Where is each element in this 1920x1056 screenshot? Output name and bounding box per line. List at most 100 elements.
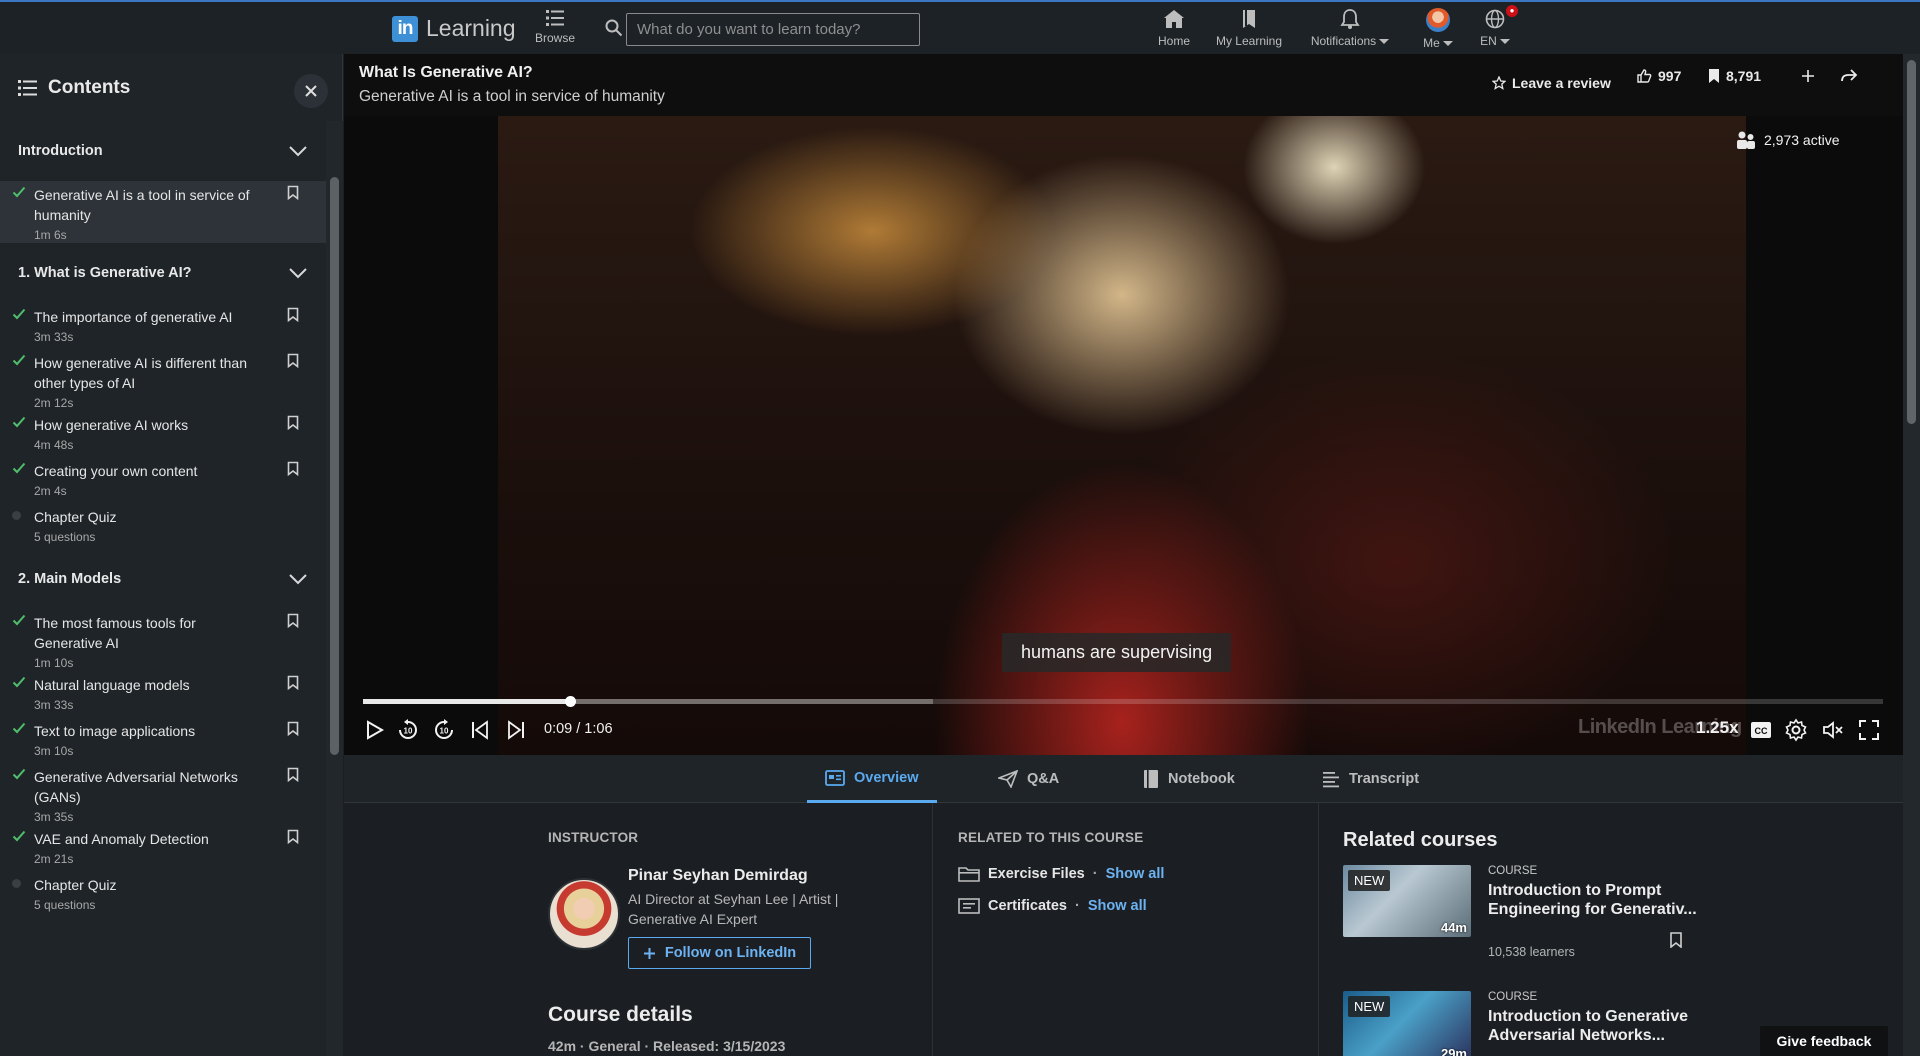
tab-qa[interactable]: Q&A — [980, 755, 1077, 803]
search-input[interactable] — [626, 13, 920, 46]
sidebar-lesson-item[interactable]: The most famous tools for Generative AI 1… — [0, 609, 326, 671]
chapter-title: Introduction — [18, 143, 103, 159]
sidebar-lesson-item[interactable]: The importance of generative AI 3m 33s — [0, 303, 326, 349]
nav-home-label: Home — [1157, 34, 1190, 48]
course-duration: 44m — [1440, 920, 1467, 935]
sidebar-lesson-item[interactable]: Text to image applications 3m 10s — [0, 717, 326, 763]
chevron-down-icon[interactable] — [288, 145, 308, 157]
share-icon — [1841, 69, 1858, 82]
sidebar-scrollbar[interactable] — [326, 121, 343, 1056]
instructor-name[interactable]: Pinar Seyhan Demirdag — [628, 867, 808, 885]
like-button[interactable]: 997 — [1636, 68, 1681, 84]
bookmark-icon[interactable] — [287, 829, 299, 844]
chevron-down-icon[interactable] — [288, 573, 308, 585]
related-course-card[interactable]: NEW 44m COURSE Introduction to Prompt En… — [1343, 865, 1703, 965]
tab-overview-label: Overview — [854, 769, 919, 786]
progress-played — [363, 699, 570, 704]
globe-icon — [1485, 9, 1505, 29]
sidebar-quiz-item[interactable]: Chapter Quiz 5 questions — [0, 503, 326, 549]
sidebar-quiz-item[interactable]: Chapter Quiz 5 questions — [0, 871, 326, 917]
instructor-avatar[interactable] — [548, 878, 620, 950]
sidebar-lesson-item[interactable]: How generative AI is different than othe… — [0, 349, 326, 411]
mute-icon[interactable] — [1821, 718, 1845, 742]
close-sidebar-button[interactable] — [294, 74, 328, 108]
browse-button[interactable]: Browse — [531, 8, 579, 45]
certificates-show-all-link[interactable]: Show all — [1088, 898, 1147, 914]
closed-captions-icon[interactable]: CC — [1750, 720, 1772, 740]
play-icon[interactable] — [362, 718, 386, 742]
thumbs-up-icon — [1637, 69, 1652, 83]
chapter-header[interactable]: 1. What is Generative AI? — [0, 243, 326, 303]
certificates-row: Certificates · Show all — [958, 897, 1147, 915]
bookmark-icon[interactable] — [287, 461, 299, 476]
follow-on-linkedin-button[interactable]: Follow on LinkedIn — [628, 937, 811, 969]
sidebar-lesson-list[interactable]: Introduction Generative AI is a tool in s… — [0, 121, 326, 1056]
give-feedback-button[interactable]: Give feedback — [1760, 1026, 1888, 1056]
bookmark-icon[interactable] — [287, 415, 299, 430]
bookmark-icon[interactable] — [287, 185, 299, 200]
save-button[interactable]: 8,791 — [1708, 68, 1761, 84]
progress-bar[interactable] — [363, 696, 1883, 707]
bookmark-icon[interactable] — [287, 353, 299, 368]
playback-speed-button[interactable]: 1.25x — [1696, 718, 1739, 738]
nav-me[interactable]: Me — [1418, 8, 1458, 50]
course-title-link[interactable]: Introduction to Generative Adversarial N… — [1488, 1007, 1700, 1045]
completed-check-icon — [12, 722, 26, 734]
course-thumbnail[interactable]: NEW 44m — [1343, 865, 1471, 937]
star-icon — [1492, 76, 1506, 90]
progress-scrubber-handle[interactable] — [564, 696, 576, 707]
tab-transcript[interactable]: Transcript — [1304, 755, 1437, 803]
sidebar-lesson-item[interactable]: How generative AI works 4m 48s — [0, 411, 326, 457]
next-icon[interactable] — [506, 718, 526, 742]
instructor-role: AI Director at Seyhan Lee | Artist | Gen… — [628, 891, 839, 927]
page-scrollbar[interactable] — [1903, 54, 1920, 1056]
bookmark-icon[interactable] — [287, 675, 299, 690]
sidebar-lesson-item[interactable]: Generative Adversarial Networks (GANs) 3m… — [0, 763, 326, 825]
nav-my-learning[interactable]: My Learning — [1211, 8, 1287, 48]
chevron-down-icon[interactable] — [288, 267, 308, 279]
chevron-down-icon — [1379, 39, 1390, 45]
tab-notebook[interactable]: Notebook — [1125, 755, 1253, 803]
bookmark-icon[interactable] — [287, 767, 299, 782]
leave-review-button[interactable]: Leave a review — [1492, 68, 1611, 98]
bookmark-icon[interactable] — [287, 613, 299, 628]
nav-language[interactable]: ● EN — [1478, 5, 1518, 48]
bookmark-icon[interactable] — [287, 307, 299, 322]
exercise-files-row: Exercise Files · Show all — [958, 865, 1164, 883]
chapter-header[interactable]: 2. Main Models — [0, 549, 326, 609]
nav-notifications[interactable]: Notifications — [1306, 8, 1394, 48]
video-player[interactable]: What Is Generative AI? Generative AI is … — [344, 54, 1903, 755]
completed-check-icon — [12, 308, 26, 320]
nav-home[interactable]: Home — [1156, 8, 1192, 48]
previous-icon[interactable] — [470, 718, 490, 742]
lesson-duration: 3m 33s — [34, 698, 74, 712]
chapter-header[interactable]: Introduction — [0, 121, 326, 181]
sidebar-lesson-item[interactable]: VAE and Anomaly Detection 2m 21s — [0, 825, 326, 871]
exercise-files-label: Exercise Files — [988, 866, 1085, 882]
share-button[interactable] — [1840, 68, 1858, 84]
fullscreen-icon[interactable] — [1858, 719, 1880, 741]
overview-icon — [825, 769, 845, 786]
exercise-files-show-all-link[interactable]: Show all — [1106, 866, 1165, 882]
logo-text: Learning — [426, 15, 516, 41]
sidebar-scrollbar-thumb[interactable] — [330, 177, 339, 755]
folder-icon — [958, 867, 980, 882]
course-thumbnail[interactable]: NEW 29m — [1343, 991, 1471, 1056]
sidebar-lesson-item[interactable]: Natural language models 3m 33s — [0, 671, 326, 717]
tab-overview[interactable]: Overview — [807, 755, 937, 803]
bookmark-icon[interactable] — [287, 721, 299, 736]
forward-10-icon[interactable]: 10 — [433, 718, 455, 742]
linkedin-learning-logo[interactable]: in Learning — [392, 15, 516, 42]
lesson-duration: 5 questions — [34, 530, 96, 544]
settings-gear-icon[interactable] — [1784, 718, 1808, 742]
sidebar-lesson-item[interactable]: Creating your own content 2m 4s — [0, 457, 326, 503]
add-to-collection-button[interactable] — [1800, 68, 1816, 84]
bell-icon — [1340, 9, 1360, 29]
course-title-link[interactable]: Introduction to Prompt Engineering for G… — [1488, 881, 1700, 919]
bookmark-icon[interactable] — [1670, 932, 1682, 948]
related-course-card[interactable]: NEW 29m COURSE Introduction to Generativ… — [1343, 991, 1703, 1056]
page-scrollbar-thumb[interactable] — [1907, 60, 1916, 424]
sidebar-lesson-item[interactable]: Generative AI is a tool in service of hu… — [0, 181, 326, 243]
rewind-10-icon[interactable]: 10 — [397, 718, 419, 742]
svg-text:10: 10 — [404, 727, 413, 736]
